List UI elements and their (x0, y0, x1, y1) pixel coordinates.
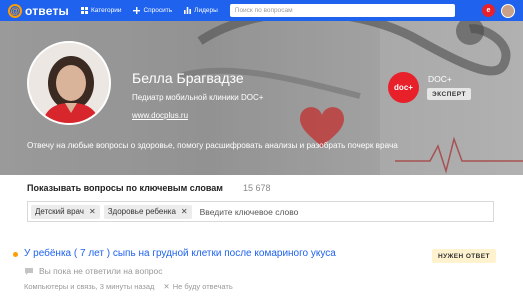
clinic-logo[interactable]: doc+ (388, 72, 419, 103)
speech-bubble-icon (25, 267, 33, 275)
expert-cover: Белла Брагвадзе Педиатр мобильной клиник… (0, 21, 523, 175)
skip-question-button[interactable]: ✕ Не буду отвечать (163, 282, 232, 291)
keyword-tag-label: Здоровье ребенка (107, 207, 176, 216)
logo-text: ответы (25, 3, 69, 18)
nav-categories[interactable]: Категории (80, 7, 122, 14)
nav-leaders-label: Лидеры (194, 7, 218, 14)
search-input[interactable] (234, 7, 450, 14)
nav-categories-label: Категории (90, 7, 122, 14)
unread-dot-icon (13, 252, 18, 257)
notification-badge[interactable]: е (482, 4, 495, 17)
person-portrait-icon (29, 43, 109, 123)
expert-badge: ЭКСПЕРТ (427, 88, 471, 100)
answer-status-text: Вы пока не ответили на вопрос (39, 266, 163, 276)
keyword-input[interactable] (199, 206, 490, 217)
skip-question-label: Не буду отвечать (172, 282, 233, 291)
nav-leaders[interactable]: Лидеры (184, 7, 218, 14)
keywords-count: 15 678 (243, 183, 271, 193)
question-title-link[interactable]: У ребёнка ( 7 лет ) сыпь на грудной клет… (24, 248, 336, 259)
keyword-tag: Здоровье ребенка ✕ (103, 204, 192, 219)
expert-website-link[interactable]: www.docplus.ru (132, 111, 188, 120)
expert-name: Белла Брагвадзе (132, 70, 244, 86)
nav-right: е (482, 3, 515, 18)
at-logo-icon: @ (8, 3, 22, 18)
keyword-tag: Детский врач ✕ (31, 204, 100, 219)
user-avatar[interactable] (501, 3, 515, 18)
expert-role: Педиатр мобильной клиники DOC+ (132, 93, 264, 102)
question-meta: Компьютеры и связь, 3 минуты назад ✕ Не … (24, 282, 233, 291)
expert-avatar (27, 41, 111, 125)
grid-icon (80, 7, 88, 14)
search-box (229, 4, 455, 17)
nav-ask-label: Спросить (143, 7, 173, 14)
needs-answer-badge: НУЖЕН ОТВЕТ (432, 249, 496, 263)
keyword-tag-label: Детский врач (35, 207, 84, 216)
keywords-field: Детский врач ✕ Здоровье ребенка ✕ (27, 201, 494, 222)
close-icon[interactable]: ✕ (89, 207, 96, 216)
site-logo[interactable]: @ ответы (8, 3, 69, 18)
nav-ask[interactable]: Спросить (133, 7, 172, 14)
answer-status: Вы пока не ответили на вопрос (24, 266, 163, 276)
clinic-name: DOC+ (428, 74, 452, 84)
keywords-title: Показывать вопросы по ключевым словам (27, 183, 223, 193)
close-icon: ✕ (163, 282, 170, 291)
question-category-time: Компьютеры и связь, 3 минуты назад (24, 282, 155, 291)
expert-description: Отвечу на любые вопросы о здоровье, помо… (27, 141, 398, 150)
close-icon[interactable]: ✕ (181, 207, 188, 216)
top-navbar: @ ответы Категории Спросить Лидеры е (0, 0, 523, 21)
plus-icon (133, 7, 141, 14)
bar-chart-icon (184, 7, 192, 14)
